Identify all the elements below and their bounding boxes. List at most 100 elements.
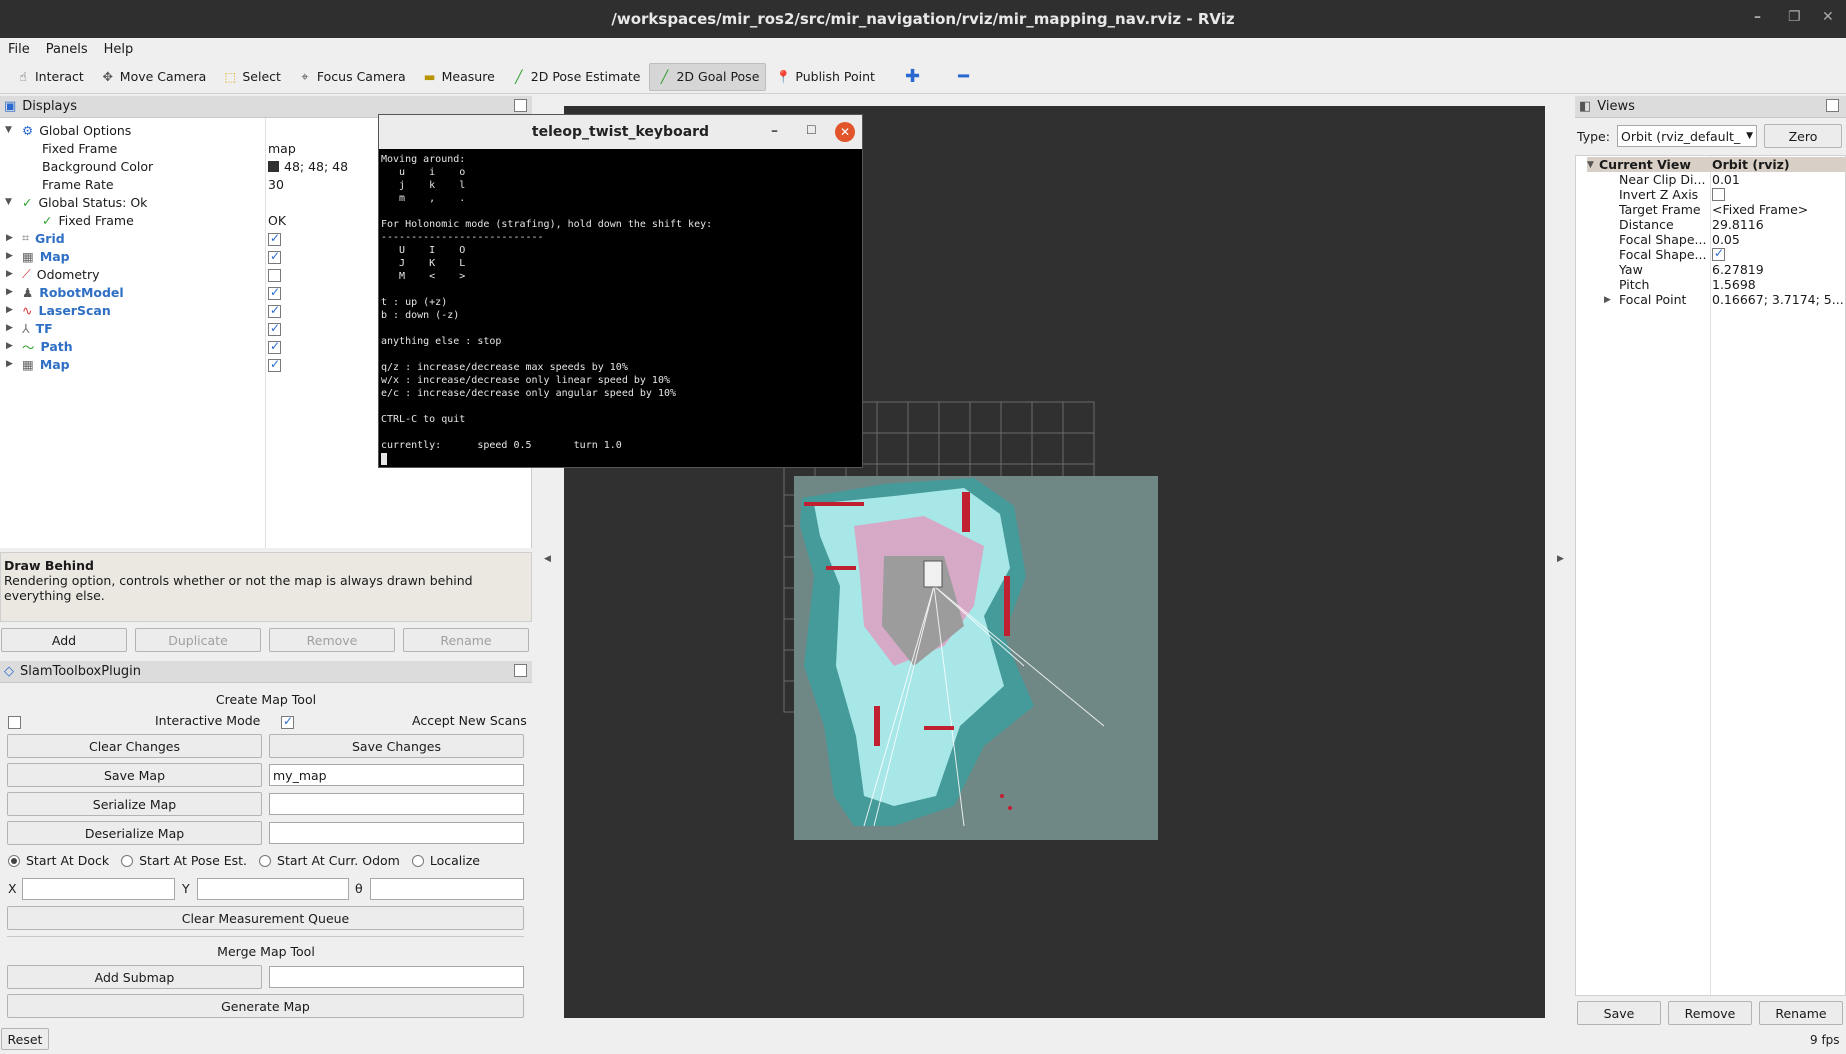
tool-publish-point[interactable]: 📍 Publish Point [768, 63, 882, 91]
save-map-button[interactable]: Save Map [7, 763, 262, 787]
unlabeled-checkbox[interactable] [8, 716, 21, 729]
start-at-pose-radio[interactable]: Start At Pose Est. [121, 853, 247, 868]
row-value[interactable]: 0.16667; 3.7174; 5... [1712, 292, 1845, 307]
row-value[interactable]: 6.27819 [1712, 262, 1764, 277]
publish-point-icon: 📍 [775, 68, 792, 84]
deserialize-filename-input[interactable] [269, 822, 524, 844]
minimize-icon[interactable]: – [771, 123, 778, 139]
localize-radio[interactable]: Localize [411, 853, 480, 868]
focal-shape-fixed-row[interactable]: Focal Shape... [1587, 246, 1846, 262]
window-titlebar: /workspaces/mir_ros2/src/mir_navigation/… [0, 0, 1846, 38]
rename-view-button[interactable]: Rename [1759, 1001, 1843, 1025]
map-checkbox[interactable] [268, 249, 281, 264]
tf-checkbox[interactable] [268, 321, 281, 336]
target-frame-row[interactable]: Target Frame <Fixed Frame> [1587, 202, 1846, 217]
row-value[interactable]: 1.5698 [1712, 277, 1756, 292]
yaw-row[interactable]: Yaw 6.27819 [1587, 262, 1846, 277]
focal-point-row[interactable]: ▶ Focal Point 0.16667; 3.7174; 5... [1587, 292, 1846, 307]
start-at-odom-radio[interactable]: Start At Curr. Odom [259, 853, 400, 868]
row-value[interactable]: 0.01 [1712, 172, 1740, 187]
start-at-dock-radio[interactable]: Start At Dock [8, 853, 109, 868]
tool-goal-pose[interactable]: ╱ 2D Goal Pose [649, 62, 767, 91]
y-input[interactable] [197, 878, 349, 900]
path-checkbox[interactable] [268, 339, 281, 354]
distance-row[interactable]: Distance 29.8116 [1587, 217, 1846, 232]
submap-input[interactable] [269, 966, 524, 988]
tool-select[interactable]: ⬚ Select [215, 63, 288, 91]
tool-measure[interactable]: ▬ Measure [415, 63, 502, 91]
minimize-icon[interactable]: – [1754, 9, 1761, 25]
row-label: RobotModel [39, 284, 124, 300]
deserialize-map-button[interactable]: Deserialize Map [7, 821, 262, 845]
near-clip-row[interactable]: Near Clip Di... 0.01 [1587, 172, 1846, 187]
terminal-output[interactable]: Moving around: u i o j k l m , . For Hol… [379, 149, 862, 456]
x-input[interactable] [22, 878, 175, 900]
odometry-checkbox[interactable] [268, 268, 281, 282]
remove-view-button[interactable]: Remove [1668, 1001, 1752, 1025]
clear-measurement-queue-button[interactable]: Clear Measurement Queue [7, 906, 524, 930]
property-description: Draw Behind Rendering option, controls w… [0, 552, 532, 622]
menu-help[interactable]: Help [96, 42, 142, 57]
interactive-mode-checkbox[interactable] [280, 714, 294, 729]
add-tool-button[interactable]: ✚ [898, 63, 927, 91]
restore-icon[interactable]: ❐ [1788, 9, 1801, 25]
serialize-map-button[interactable]: Serialize Map [7, 792, 262, 816]
row-value[interactable]: 30 [268, 177, 284, 192]
save-changes-button[interactable]: Save Changes [269, 734, 524, 758]
map2-checkbox[interactable] [268, 357, 281, 372]
view-type-select[interactable]: Orbit (rviz_default_ ▼ [1617, 125, 1757, 147]
menu-file[interactable]: File [0, 42, 38, 57]
row-label: Background Color [42, 158, 154, 174]
invert-z-checkbox[interactable] [1712, 188, 1725, 201]
save-view-button[interactable]: Save [1577, 1001, 1661, 1025]
close-icon[interactable]: ✕ [835, 122, 855, 142]
tool-move-camera[interactable]: ✥ Move Camera [93, 63, 214, 91]
maximize-icon[interactable]: ☐ [806, 123, 817, 137]
laserscan-checkbox[interactable] [268, 303, 281, 318]
duplicate-display-button[interactable]: Duplicate [135, 628, 261, 652]
focal-shape-size-row[interactable]: Focal Shape... 0.05 [1587, 232, 1846, 247]
row-label: Invert Z Axis [1619, 187, 1699, 202]
add-submap-button[interactable]: Add Submap [7, 965, 262, 989]
teleop-terminal-window[interactable]: teleop_twist_keyboard – ☐ ✕ Moving aroun… [378, 114, 863, 468]
row-value[interactable]: 29.8116 [1712, 217, 1764, 232]
y-label: Y [182, 881, 190, 896]
panel-float-toggle[interactable] [514, 99, 527, 112]
grid-checkbox[interactable] [268, 231, 281, 246]
focal-shape-checkbox[interactable] [1712, 246, 1725, 261]
panel-float-toggle[interactable] [1826, 99, 1839, 112]
row-value[interactable]: map [268, 141, 296, 156]
serialize-filename-input[interactable] [269, 793, 524, 815]
robotmodel-checkbox[interactable] [268, 285, 281, 300]
tool-interact[interactable]: ☝ Interact [8, 63, 91, 91]
collapse-left-icon[interactable]: ◀ [544, 554, 551, 564]
row-value[interactable]: 0.05 [1712, 232, 1740, 247]
rename-display-button[interactable]: Rename [403, 628, 529, 652]
row-value: Orbit (rviz) [1712, 157, 1790, 172]
clear-changes-button[interactable]: Clear Changes [7, 734, 262, 758]
remove-display-button[interactable]: Remove [269, 628, 395, 652]
radio-button [259, 854, 272, 867]
zero-button[interactable]: Zero [1764, 124, 1842, 148]
theta-input[interactable] [370, 878, 524, 900]
remove-tool-button[interactable]: ━ [951, 63, 976, 91]
tool-label: Publish Point [795, 69, 875, 84]
menu-panels[interactable]: Panels [38, 42, 96, 57]
row-value[interactable]: 48; 48; 48 [284, 159, 348, 174]
add-display-button[interactable]: Add [1, 628, 127, 652]
merge-map-title: Merge Map Tool [217, 944, 315, 959]
tool-focus-camera[interactable]: ⌖ Focus Camera [290, 63, 413, 91]
collapse-right-icon[interactable]: ▶ [1557, 554, 1564, 564]
tool-pose-estimate[interactable]: ╱ 2D Pose Estimate [504, 63, 648, 91]
generate-map-button[interactable]: Generate Map [7, 994, 524, 1018]
row-value[interactable]: <Fixed Frame> [1712, 202, 1808, 217]
pitch-row[interactable]: Pitch 1.5698 [1587, 277, 1846, 292]
invert-z-row[interactable]: Invert Z Axis [1587, 187, 1846, 202]
terminal-titlebar[interactable]: teleop_twist_keyboard – ☐ ✕ [379, 115, 862, 149]
interactive-mode-label: Interactive Mode [155, 713, 261, 728]
reset-button[interactable]: Reset [1, 1028, 49, 1050]
current-view-row[interactable]: ▼ Current View Orbit (rviz) [1587, 157, 1846, 172]
close-icon[interactable]: ✕ [1822, 9, 1834, 25]
panel-float-toggle[interactable] [514, 664, 527, 677]
map-name-input[interactable]: my_map [269, 764, 524, 786]
